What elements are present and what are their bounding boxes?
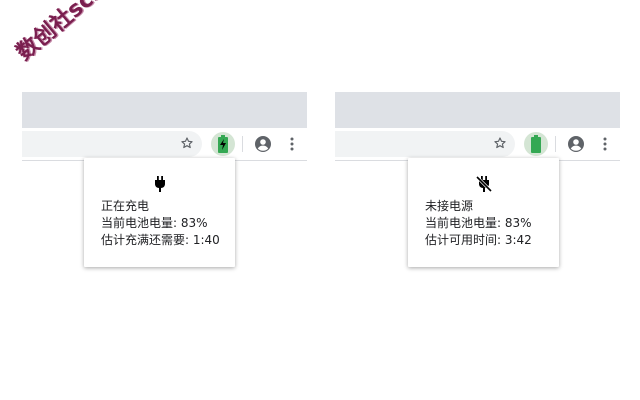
browser-panel-unplugged <box>335 92 620 161</box>
toolbar-divider <box>242 136 243 152</box>
battery-level-text: 当前电池电量: 83% <box>425 216 532 230</box>
kebab-menu-icon[interactable] <box>602 136 608 152</box>
popup-text: 正在充电 当前电池电量: 83% 估计充满还需要: 1:40 <box>101 198 220 249</box>
browser-panel-charging <box>22 92 307 161</box>
screenshot-stage: 数创社scs66 正在充电 当前电池电量: 83% 估计充满还需要: 1:40 … <box>0 0 640 400</box>
time-remaining-text: 估计充满还需要: 1:40 <box>101 233 220 247</box>
bookmark-star-icon[interactable] <box>493 136 507 150</box>
kebab-menu-icon[interactable] <box>289 136 295 152</box>
toolbar <box>335 128 620 161</box>
popup-text: 未接电源 当前电池电量: 83% 估计可用时间: 3:42 <box>425 198 532 249</box>
power-status-text: 未接电源 <box>425 199 474 213</box>
battery-status-popup-unplugged: 未接电源 当前电池电量: 83% 估计可用时间: 3:42 <box>408 158 559 267</box>
watermark: 数创社scs66 <box>11 0 133 66</box>
profile-avatar-icon[interactable] <box>567 135 585 153</box>
toolbar-divider <box>555 136 556 152</box>
tab-strip <box>335 92 620 128</box>
toolbar <box>22 128 307 161</box>
profile-avatar-icon[interactable] <box>254 135 272 153</box>
battery-icon <box>531 135 541 153</box>
bookmark-star-icon[interactable] <box>180 136 194 150</box>
battery-status-popup-charging: 正在充电 当前电池电量: 83% 估计充满还需要: 1:40 <box>84 158 235 267</box>
battery-level-text: 当前电池电量: 83% <box>101 216 208 230</box>
time-remaining-text: 估计可用时间: 3:42 <box>425 233 532 247</box>
battery-extension-button[interactable] <box>524 132 548 156</box>
charging-status-text: 正在充电 <box>101 199 150 213</box>
tab-strip <box>22 92 307 128</box>
battery-extension-button[interactable] <box>211 132 235 156</box>
address-bar[interactable] <box>335 131 515 157</box>
unplugged-icon <box>475 175 493 193</box>
address-bar[interactable] <box>22 131 202 157</box>
battery-charging-icon <box>218 135 228 153</box>
plug-icon <box>152 176 168 192</box>
